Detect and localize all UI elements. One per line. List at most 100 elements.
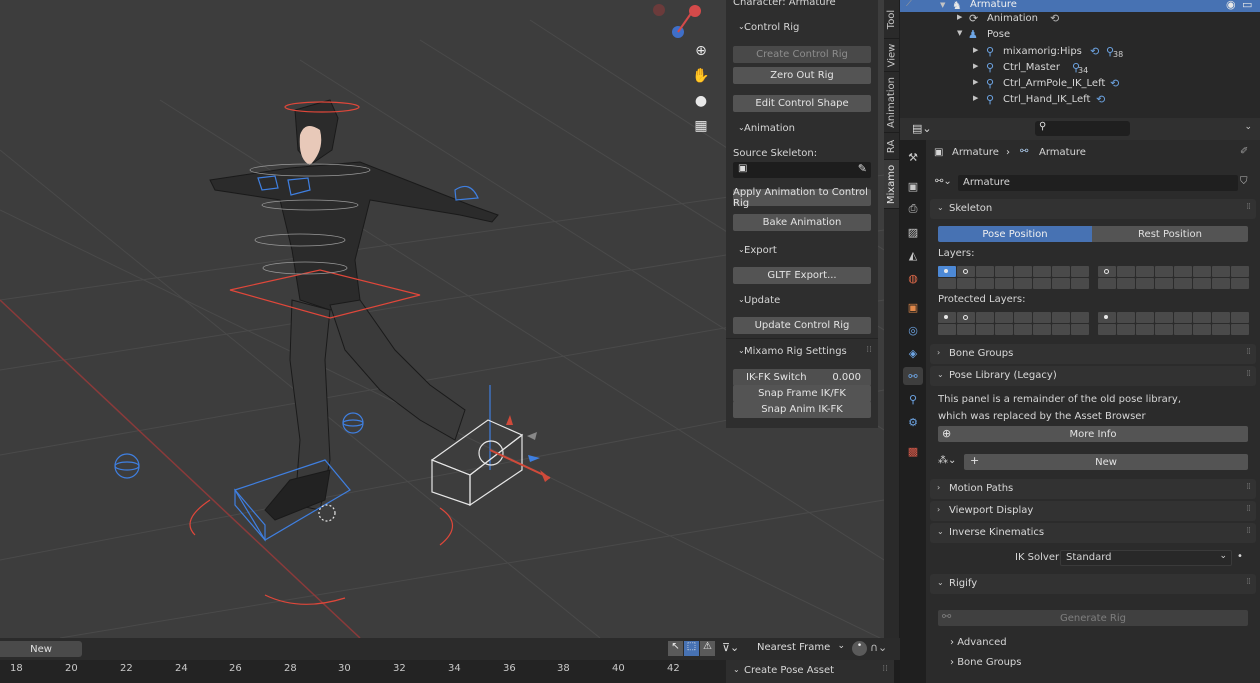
physics-tab-icon[interactable]: ◎: [903, 321, 923, 339]
armature-data-name-field[interactable]: Armature: [958, 175, 1238, 191]
tab-mixamo[interactable]: Mixamo: [884, 160, 899, 208]
drag-grip-icon[interactable]: ⁞⁞: [1246, 369, 1251, 379]
update-control-rig-button[interactable]: Update Control Rig: [733, 317, 871, 334]
fake-user-shield-icon[interactable]: ⛉: [1240, 176, 1248, 187]
animate-property-dot-icon[interactable]: •: [1237, 551, 1243, 562]
pose-library-panel-header[interactable]: ⌄ Pose Library (Legacy) ⁞⁞: [930, 366, 1256, 386]
armature-data-selector-icon[interactable]: ⚯⌄: [935, 176, 952, 187]
render-tab-icon[interactable]: ▣: [903, 177, 923, 195]
edit-control-shape-button[interactable]: Edit Control Shape: [733, 95, 871, 112]
view-layer-tab-icon[interactable]: ▨: [903, 223, 923, 241]
constraints-tab-icon[interactable]: ◈: [903, 344, 923, 362]
ik-solver-dropdown[interactable]: Standard ⌄: [1060, 550, 1232, 566]
outliner-row-animation[interactable]: ▶ ⟳ Animation ⟲: [900, 11, 1260, 27]
snap-anim-button[interactable]: Snap Anim IK-FK: [733, 401, 871, 418]
options-chevron-icon[interactable]: ⌄: [1244, 122, 1252, 132]
expand-triangle-icon[interactable]: ▶: [973, 94, 978, 102]
proportional-editing-icon[interactable]: •: [852, 641, 867, 656]
outliner-row-bone[interactable]: ▶ ⚲ Ctrl_Master ⚲ 34: [900, 60, 1260, 76]
tab-animation[interactable]: Animation: [884, 72, 899, 132]
perspective-grid-icon[interactable]: ▦: [690, 115, 712, 137]
expand-triangle-icon[interactable]: ▶: [957, 13, 962, 21]
export-header[interactable]: ⌄ Export: [738, 245, 777, 256]
snap-frame-button[interactable]: Snap Frame IK/FK: [733, 385, 871, 402]
tab-tool[interactable]: Tool: [884, 0, 899, 38]
create-control-rig-button[interactable]: Create Control Rig: [733, 46, 871, 63]
snap-mode-dropdown[interactable]: Nearest Frame ⌄: [752, 641, 848, 657]
protected-layers-grid-2[interactable]: [1098, 312, 1249, 335]
drag-grip-icon[interactable]: ⁞⁞: [1246, 482, 1251, 492]
camera-render-icon[interactable]: ▭: [1242, 0, 1252, 11]
ik-fk-switch-slider[interactable]: IK-FK Switch 0.000: [733, 369, 871, 386]
warning-icon[interactable]: ⚠: [700, 641, 715, 656]
inverse-kinematics-panel-header[interactable]: ⌄ Inverse Kinematics ⁞⁞: [930, 523, 1256, 543]
drag-grip-icon[interactable]: ⁞⁞: [1246, 347, 1251, 357]
source-skeleton-field[interactable]: ▣ ✎: [733, 162, 871, 178]
output-tab-icon[interactable]: ⎙: [903, 200, 923, 218]
eye-icon[interactable]: ◉: [1226, 0, 1236, 11]
drag-grip-icon[interactable]: ⁞⁞: [882, 664, 888, 674]
bone-constraints-tab-icon[interactable]: ⚙: [903, 413, 923, 431]
pin-icon[interactable]: ✐: [1240, 146, 1248, 157]
expand-triangle-icon[interactable]: ▶: [973, 46, 978, 54]
viewport-display-panel-header[interactable]: › Viewport Display ⁞⁞: [930, 501, 1256, 521]
pose-position-button[interactable]: Pose Position: [938, 226, 1092, 242]
bone-tab-icon[interactable]: ⚲: [903, 390, 923, 408]
scene-tab-icon[interactable]: ◭: [903, 246, 923, 264]
drag-grip-icon[interactable]: ⁞⁞: [1246, 202, 1251, 212]
zero-out-rig-button[interactable]: Zero Out Rig: [733, 67, 871, 84]
axis-gizmo[interactable]: [650, 0, 710, 42]
tab-ra[interactable]: RA: [884, 133, 899, 159]
outliner-row-bone[interactable]: ▶ ⚲ Ctrl_Hand_IK_Left ⟲: [900, 92, 1260, 108]
new-pose-library-button[interactable]: + New: [964, 454, 1248, 470]
new-action-button[interactable]: New: [0, 641, 82, 657]
bake-animation-button[interactable]: Bake Animation: [733, 214, 871, 231]
bone-groups-panel-header[interactable]: › Bone Groups ⁞⁞: [930, 344, 1256, 364]
control-rig-header[interactable]: ⌄ Control Rig: [738, 22, 799, 33]
outliner-row-bone[interactable]: ▶ ⚲ mixamorig:Hips ⟲ ⚲ 38: [900, 44, 1260, 60]
motion-paths-panel-header[interactable]: › Motion Paths ⁞⁞: [930, 479, 1256, 499]
collapse-triangle-icon[interactable]: ▼: [957, 29, 962, 37]
skeleton-panel-header[interactable]: ⌄ Skeleton ⁞⁞: [930, 199, 1256, 219]
expand-triangle-icon[interactable]: ▶: [973, 62, 978, 70]
create-pose-asset-panel[interactable]: ⌄ Create Pose Asset ⁞⁞: [726, 660, 894, 683]
pose-library-selector-icon[interactable]: ⁂⌄: [938, 455, 956, 466]
box-select-icon[interactable]: ⬚: [684, 641, 699, 656]
zoom-icon[interactable]: ⊕: [690, 40, 712, 62]
camera-icon[interactable]: ●: [690, 90, 712, 112]
drag-grip-icon[interactable]: ⁞⁞: [1246, 577, 1251, 587]
texture-tab-icon[interactable]: ▩: [903, 442, 923, 460]
drag-grip-icon[interactable]: ⁞⁞: [1246, 526, 1251, 536]
rigify-bone-groups-subpanel[interactable]: › Bone Groups: [950, 657, 1022, 668]
rig-settings-header[interactable]: ⌄ Mixamo Rig Settings: [738, 346, 847, 357]
search-input[interactable]: ⚲: [1035, 121, 1130, 136]
bone-layers-grid-1[interactable]: [938, 266, 1089, 289]
advanced-subpanel[interactable]: › Advanced: [950, 637, 1007, 648]
falloff-curve-icon[interactable]: ∩⌄: [870, 641, 887, 654]
select-cursor-icon[interactable]: ↖: [668, 641, 683, 656]
world-tab-icon[interactable]: ◍: [903, 269, 923, 287]
rest-position-button[interactable]: Rest Position: [1092, 226, 1248, 242]
outliner-row-bone[interactable]: ▶ ⚲ Ctrl_ArmPole_IK_Left ⟲: [900, 76, 1260, 92]
animation-header[interactable]: ⌄ Animation: [738, 123, 795, 134]
pan-hand-icon[interactable]: ✋: [690, 65, 712, 87]
update-header[interactable]: ⌄ Update: [738, 295, 780, 306]
armature-data-tab-icon[interactable]: ⚯: [903, 367, 923, 385]
expand-triangle-icon[interactable]: ▼: [940, 1, 945, 9]
expand-triangle-icon[interactable]: ▶: [973, 78, 978, 86]
eyedropper-icon[interactable]: ✎: [858, 162, 867, 175]
drag-grip-icon[interactable]: ⁞⁞: [866, 345, 872, 355]
generate-rig-button[interactable]: ⚯ Generate Rig: [938, 610, 1248, 626]
tool-tab-icon[interactable]: ⚒: [903, 148, 923, 166]
outliner-row-pose[interactable]: ▼ ♟ Pose: [900, 27, 1260, 43]
more-info-button[interactable]: ⊕ More Info: [938, 426, 1248, 442]
bone-layers-grid-2[interactable]: [1098, 266, 1249, 289]
gltf-export-button[interactable]: GLTF Export...: [733, 267, 871, 284]
filter-icon[interactable]: ⊽⌄: [722, 641, 739, 654]
timeline-ruler[interactable]: 18 20 22 24 26 28 30 32 34 36 38 40 42: [0, 660, 726, 683]
protected-layers-grid-1[interactable]: [938, 312, 1089, 335]
rigify-panel-header[interactable]: ⌄ Rigify ⁞⁞: [930, 574, 1256, 594]
tab-view[interactable]: View: [884, 39, 899, 71]
drag-grip-icon[interactable]: ⁞⁞: [1246, 504, 1251, 514]
apply-animation-button[interactable]: Apply Animation to Control Rig: [733, 187, 871, 209]
